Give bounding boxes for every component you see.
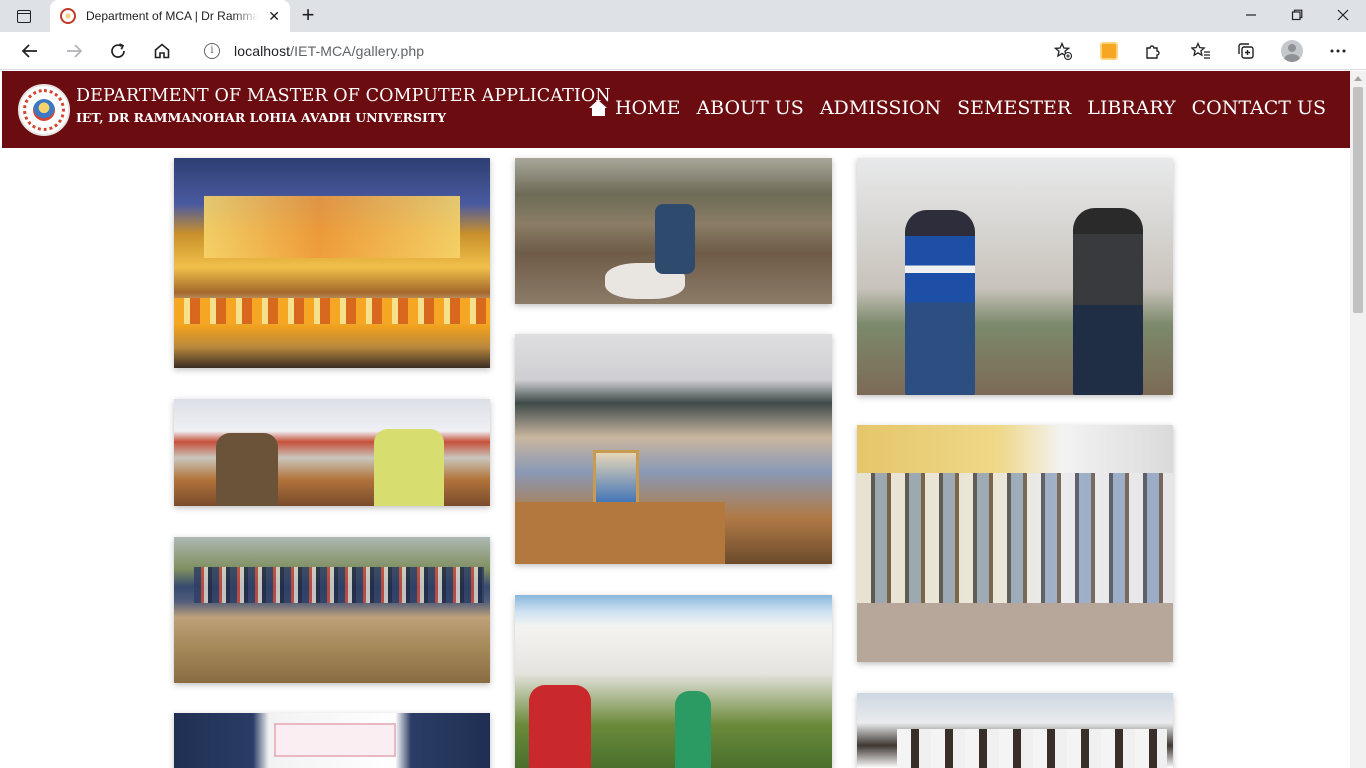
browser-toolbar: i localhost/IET-MCA/gallery.php [0,32,1366,70]
nav-contact-us[interactable]: CONTACT US [1192,97,1326,119]
window-close-icon[interactable] [1320,0,1366,30]
address-url[interactable]: localhost/IET-MCA/gallery.php [234,43,424,59]
university-logo-icon[interactable] [18,84,70,136]
tab-actions-icon[interactable] [14,6,34,26]
scrollbar-thumb[interactable] [1353,87,1363,313]
browser-tab[interactable]: Department of MCA | Dr Rammanohar Lohia … [50,0,290,32]
nav-semester[interactable]: SEMESTER [957,97,1071,119]
more-icon[interactable] [1327,40,1349,62]
main-nav: HOME ABOUT US ADMISSION SEMESTER LIBRARY… [573,97,1326,119]
nav-about-us[interactable]: ABOUT US [696,97,803,119]
url-host: localhost [234,43,291,59]
page-scrollbar[interactable] [1350,71,1366,768]
reload-icon[interactable] [104,37,132,65]
home-icon[interactable] [148,37,176,65]
forward-icon[interactable] [60,37,88,65]
favicon-icon [60,8,76,24]
maximize-icon[interactable] [1274,0,1320,30]
students-group-photo[interactable] [857,425,1173,662]
group-outdoor-photo[interactable] [174,537,490,683]
award-presentation-photo[interactable] [174,399,490,506]
university-subtitle: IET, DR RAMMANOHAR LOHIA AVADH UNIVERSIT… [76,110,447,125]
classroom-group-photo[interactable] [515,334,832,564]
profile-icon[interactable] [1281,40,1303,62]
info-icon[interactable]: i [204,43,220,59]
campus-students-photo[interactable] [857,693,1173,768]
site-home-icon [588,100,608,116]
department-title[interactable]: DEPARTMENT OF MASTER OF COMPUTER APPLICA… [76,86,611,106]
tab-title: Department of MCA | Dr Rammanohar Lohia … [86,9,258,23]
puzzle-icon[interactable] [1142,40,1164,62]
statue-visit-photo[interactable] [857,158,1173,395]
collections-icon[interactable] [1235,40,1257,62]
nav-home-label: HOME [614,97,681,119]
scroll-up-icon[interactable] [1354,76,1362,81]
minimize-icon[interactable] [1228,0,1274,30]
nav-home[interactable]: HOME [588,97,681,119]
nav-admission[interactable]: ADMISSION [820,97,941,119]
address-bar[interactable]: i localhost/IET-MCA/gallery.php [190,36,1086,66]
close-icon[interactable]: ✕ [268,8,280,25]
nav-library[interactable]: LIBRARY [1087,97,1175,119]
extension-icon[interactable] [1098,40,1120,62]
url-path: /IET-MCA/gallery.php [290,43,425,59]
campus-plantation-photo[interactable] [515,595,832,768]
add-favorite-icon[interactable] [1053,41,1073,65]
site-header: DEPARTMENT OF MASTER OF COMPUTER APPLICA… [2,71,1350,148]
convocation-ceremony-photo[interactable] [174,158,490,368]
favorites-icon[interactable] [1190,40,1212,62]
tree-planting-photo[interactable] [515,158,832,304]
new-tab-icon[interactable]: + [296,4,320,28]
back-icon[interactable] [16,37,44,65]
page-viewport: DEPARTMENT OF MASTER OF COMPUTER APPLICA… [0,71,1350,768]
browser-tab-bar: Department of MCA | Dr Rammanohar Lohia … [0,0,1366,32]
banner-event-photo[interactable] [174,713,490,768]
